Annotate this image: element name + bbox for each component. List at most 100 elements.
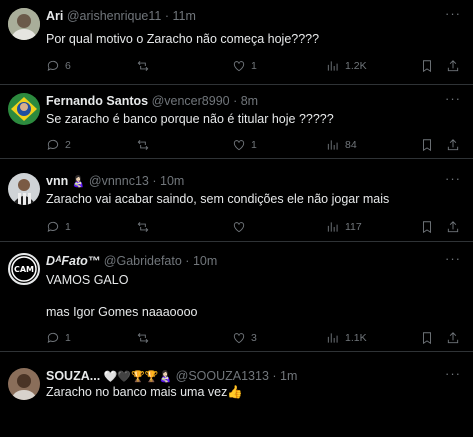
action-bar: 1 3 1.1K xyxy=(46,331,460,347)
tweet-header: vnn 👩🏻‍🍼 @vnnnc13 · 10m xyxy=(46,174,184,190)
tweet-4[interactable]: CAM DᴬFato™ @Gabridefato · 10m ··· VAMOS… xyxy=(0,245,473,352)
view-count: 84 xyxy=(345,139,357,151)
repost-button[interactable] xyxy=(136,138,155,152)
views-button[interactable]: 117 xyxy=(326,220,362,234)
timestamp[interactable]: 8m xyxy=(241,94,258,108)
heart-icon xyxy=(233,61,245,72)
reply-count: 1 xyxy=(65,221,71,233)
like-button[interactable]: 1 xyxy=(232,59,257,73)
bookmark-icon[interactable] xyxy=(420,331,434,350)
avatar[interactable] xyxy=(8,173,40,205)
views-icon xyxy=(327,222,338,232)
dot-separator: · xyxy=(185,254,190,268)
tweet-3[interactable]: vnn 👩🏻‍🍼 @vnnnc13 · 10m ··· Zaracho vai … xyxy=(0,165,473,242)
timestamp[interactable]: 1m xyxy=(280,369,297,383)
repost-button[interactable] xyxy=(136,220,155,234)
user-handle[interactable]: @SOOUZA1313 xyxy=(176,369,269,383)
tweet-text: Por qual motivo o Zaracho não começa hoj… xyxy=(46,32,320,46)
action-bar: 6 1 1.2K xyxy=(46,59,460,75)
repost-icon xyxy=(137,140,149,150)
display-name[interactable]: Fernando Santos xyxy=(46,94,148,108)
heart-icon xyxy=(233,222,245,233)
user-handle[interactable]: @vnnnc13 xyxy=(89,174,149,188)
dot-separator: · xyxy=(164,9,169,23)
tweet-header: SOUZA... 🤍🖤🏆🏆👩🏻‍🍼 @SOOUZA1313 · 1m xyxy=(46,369,297,385)
reply-count: 6 xyxy=(65,60,71,72)
avatar[interactable] xyxy=(8,93,40,125)
views-button[interactable]: 1.1K xyxy=(326,331,367,345)
more-options-icon[interactable]: ··· xyxy=(445,251,461,266)
timestamp[interactable]: 11m xyxy=(172,9,195,23)
user-handle[interactable]: @Gabridefato xyxy=(104,254,182,268)
views-button[interactable]: 84 xyxy=(326,138,357,152)
reply-button[interactable]: 1 xyxy=(46,331,71,345)
dot-separator: · xyxy=(272,369,277,383)
avatar[interactable] xyxy=(8,368,40,400)
bookmark-icon[interactable] xyxy=(420,138,434,157)
heart-icon xyxy=(233,140,245,151)
display-name[interactable]: SOUZA... xyxy=(46,369,100,383)
views-icon xyxy=(327,333,338,343)
view-count: 1.2K xyxy=(345,60,367,72)
reply-button[interactable]: 6 xyxy=(46,59,71,73)
reply-button[interactable]: 2 xyxy=(46,138,71,152)
reply-button[interactable]: 1 xyxy=(46,220,71,234)
views-button[interactable]: 1.2K xyxy=(326,59,367,73)
tweet-1[interactable]: Ari @arishenrique11 · 11m ··· Por qual m… xyxy=(0,0,473,85)
bookmark-icon[interactable] xyxy=(420,59,434,78)
like-button[interactable]: 3 xyxy=(232,331,257,345)
like-button[interactable] xyxy=(232,220,251,234)
like-count: 1 xyxy=(251,60,257,72)
like-button[interactable]: 1 xyxy=(232,138,257,152)
bookmark-icon[interactable] xyxy=(420,220,434,239)
reply-icon xyxy=(47,332,59,343)
tweet-text: Zaracho no banco mais uma vez👍 xyxy=(46,385,243,399)
dot-separator: · xyxy=(152,174,157,188)
display-name[interactable]: Ari xyxy=(46,9,63,23)
display-name[interactable]: DᴬFato™ xyxy=(46,254,100,268)
avatar[interactable]: CAM xyxy=(8,253,40,285)
heart-icon xyxy=(233,333,245,344)
more-options-icon[interactable]: ··· xyxy=(445,366,461,381)
view-count: 1.1K xyxy=(345,332,367,344)
share-icon[interactable] xyxy=(446,331,460,350)
action-bar: 1 117 xyxy=(46,220,460,236)
reply-icon xyxy=(47,221,59,232)
reply-count: 1 xyxy=(65,332,71,344)
action-bar: 2 1 84 xyxy=(46,138,460,154)
more-options-icon[interactable]: ··· xyxy=(445,171,461,186)
tweet-text-line-2: mas Igor Gomes naaaoooo xyxy=(46,305,198,319)
more-options-icon[interactable]: ··· xyxy=(445,91,461,106)
share-icon[interactable] xyxy=(446,59,460,78)
tweet-5[interactable]: SOUZA... 🤍🖤🏆🏆👩🏻‍🍼 @SOOUZA1313 · 1m ··· Z… xyxy=(0,360,473,437)
avatar[interactable] xyxy=(8,8,40,40)
repost-icon xyxy=(137,333,149,343)
reply-icon xyxy=(47,60,59,71)
user-handle[interactable]: @arishenrique11 xyxy=(67,9,161,23)
repost-button[interactable] xyxy=(136,331,155,345)
reply-icon xyxy=(47,139,59,150)
like-count: 3 xyxy=(251,332,257,344)
view-count: 117 xyxy=(345,221,362,233)
timestamp[interactable]: 10m xyxy=(160,174,184,188)
tweet-text: Zaracho vai acabar saindo, sem condições… xyxy=(46,192,390,206)
tweet-text: Se zaracho é banco porque não é titular … xyxy=(46,112,334,126)
repost-button[interactable] xyxy=(136,59,155,73)
like-count: 1 xyxy=(251,139,257,151)
tweet-header: DᴬFato™ @Gabridefato · 10m xyxy=(46,254,217,269)
tweet-header: Fernando Santos @vencer8990 · 8m xyxy=(46,94,258,109)
display-name[interactable]: vnn xyxy=(46,174,68,188)
club-logo-text: CAM xyxy=(14,265,34,274)
tweet-text-line-1: VAMOS GALO xyxy=(46,273,129,287)
user-handle[interactable]: @vencer8990 xyxy=(152,94,230,108)
name-emoji: 🤍🖤🏆🏆👩🏻‍🍼 xyxy=(103,371,173,383)
reply-count: 2 xyxy=(65,139,71,151)
views-icon xyxy=(327,140,338,150)
tweet-header: Ari @arishenrique11 · 11m xyxy=(46,9,196,24)
share-icon[interactable] xyxy=(446,220,460,239)
tweet-2[interactable]: Fernando Santos @vencer8990 · 8m ··· Se … xyxy=(0,85,473,159)
share-icon[interactable] xyxy=(446,138,460,157)
views-icon xyxy=(327,61,338,71)
timestamp[interactable]: 10m xyxy=(193,254,217,268)
more-options-icon[interactable]: ··· xyxy=(445,6,461,21)
